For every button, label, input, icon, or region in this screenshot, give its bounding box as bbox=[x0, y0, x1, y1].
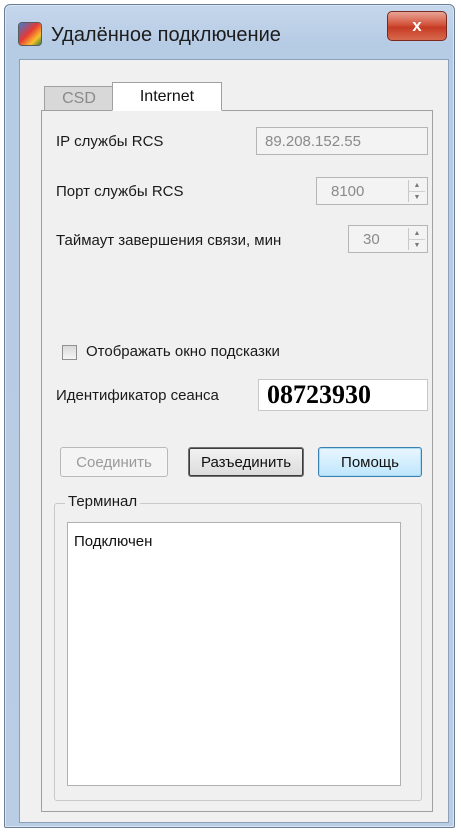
spin-up-icon[interactable]: ▲ bbox=[409, 228, 425, 240]
show-hint-checkbox[interactable] bbox=[62, 345, 77, 360]
terminal-text: Подключен bbox=[74, 533, 153, 550]
spin-down-icon[interactable]: ▼ bbox=[409, 192, 425, 203]
client-area: CSD Internet IP службы RCS 89.208.152.55… bbox=[19, 59, 449, 823]
port-spinbox[interactable]: 8100 ▲ ▼ bbox=[316, 177, 428, 205]
disconnect-button[interactable]: Разъединить bbox=[188, 447, 304, 477]
show-hint-label[interactable]: Отображать окно подсказки bbox=[86, 343, 280, 360]
terminal-group: Терминал Подключен bbox=[54, 493, 422, 801]
timeout-spinner[interactable]: ▲ ▼ bbox=[408, 228, 425, 250]
window-title: Удалённое подключение bbox=[51, 24, 281, 46]
ip-field[interactable]: 89.208.152.55 bbox=[256, 127, 428, 155]
timeout-label: Таймаут завершения связи, мин bbox=[56, 232, 282, 249]
tab-panel-internet: IP службы RCS 89.208.152.55 Порт службы … bbox=[41, 110, 433, 812]
port-spinner[interactable]: ▲ ▼ bbox=[408, 180, 425, 202]
help-button[interactable]: Помощь bbox=[318, 447, 422, 477]
close-button[interactable]: x bbox=[387, 11, 447, 41]
timeout-value: 30 bbox=[363, 230, 380, 248]
tab-csd[interactable]: CSD bbox=[44, 86, 114, 110]
spin-down-icon[interactable]: ▼ bbox=[409, 240, 425, 251]
port-value: 8100 bbox=[331, 182, 365, 200]
connect-button[interactable]: Соединить bbox=[60, 447, 168, 477]
spin-up-icon[interactable]: ▲ bbox=[409, 180, 425, 192]
port-label: Порт службы RCS bbox=[56, 183, 184, 200]
session-label: Идентификатор сеанса bbox=[56, 387, 219, 404]
session-id-field[interactable]: 08723930 bbox=[258, 379, 428, 411]
dialog-window: Удалённое подключение x CSD Internet IP … bbox=[4, 4, 455, 828]
ip-label: IP службы RCS bbox=[56, 133, 164, 150]
terminal-output[interactable]: Подключен bbox=[67, 522, 401, 786]
timeout-spinbox[interactable]: 30 ▲ ▼ bbox=[348, 225, 428, 253]
app-icon bbox=[19, 23, 41, 45]
tab-internet[interactable]: Internet bbox=[112, 82, 222, 111]
ip-value: 89.208.152.55 bbox=[265, 132, 361, 150]
terminal-title: Терминал bbox=[65, 493, 141, 510]
